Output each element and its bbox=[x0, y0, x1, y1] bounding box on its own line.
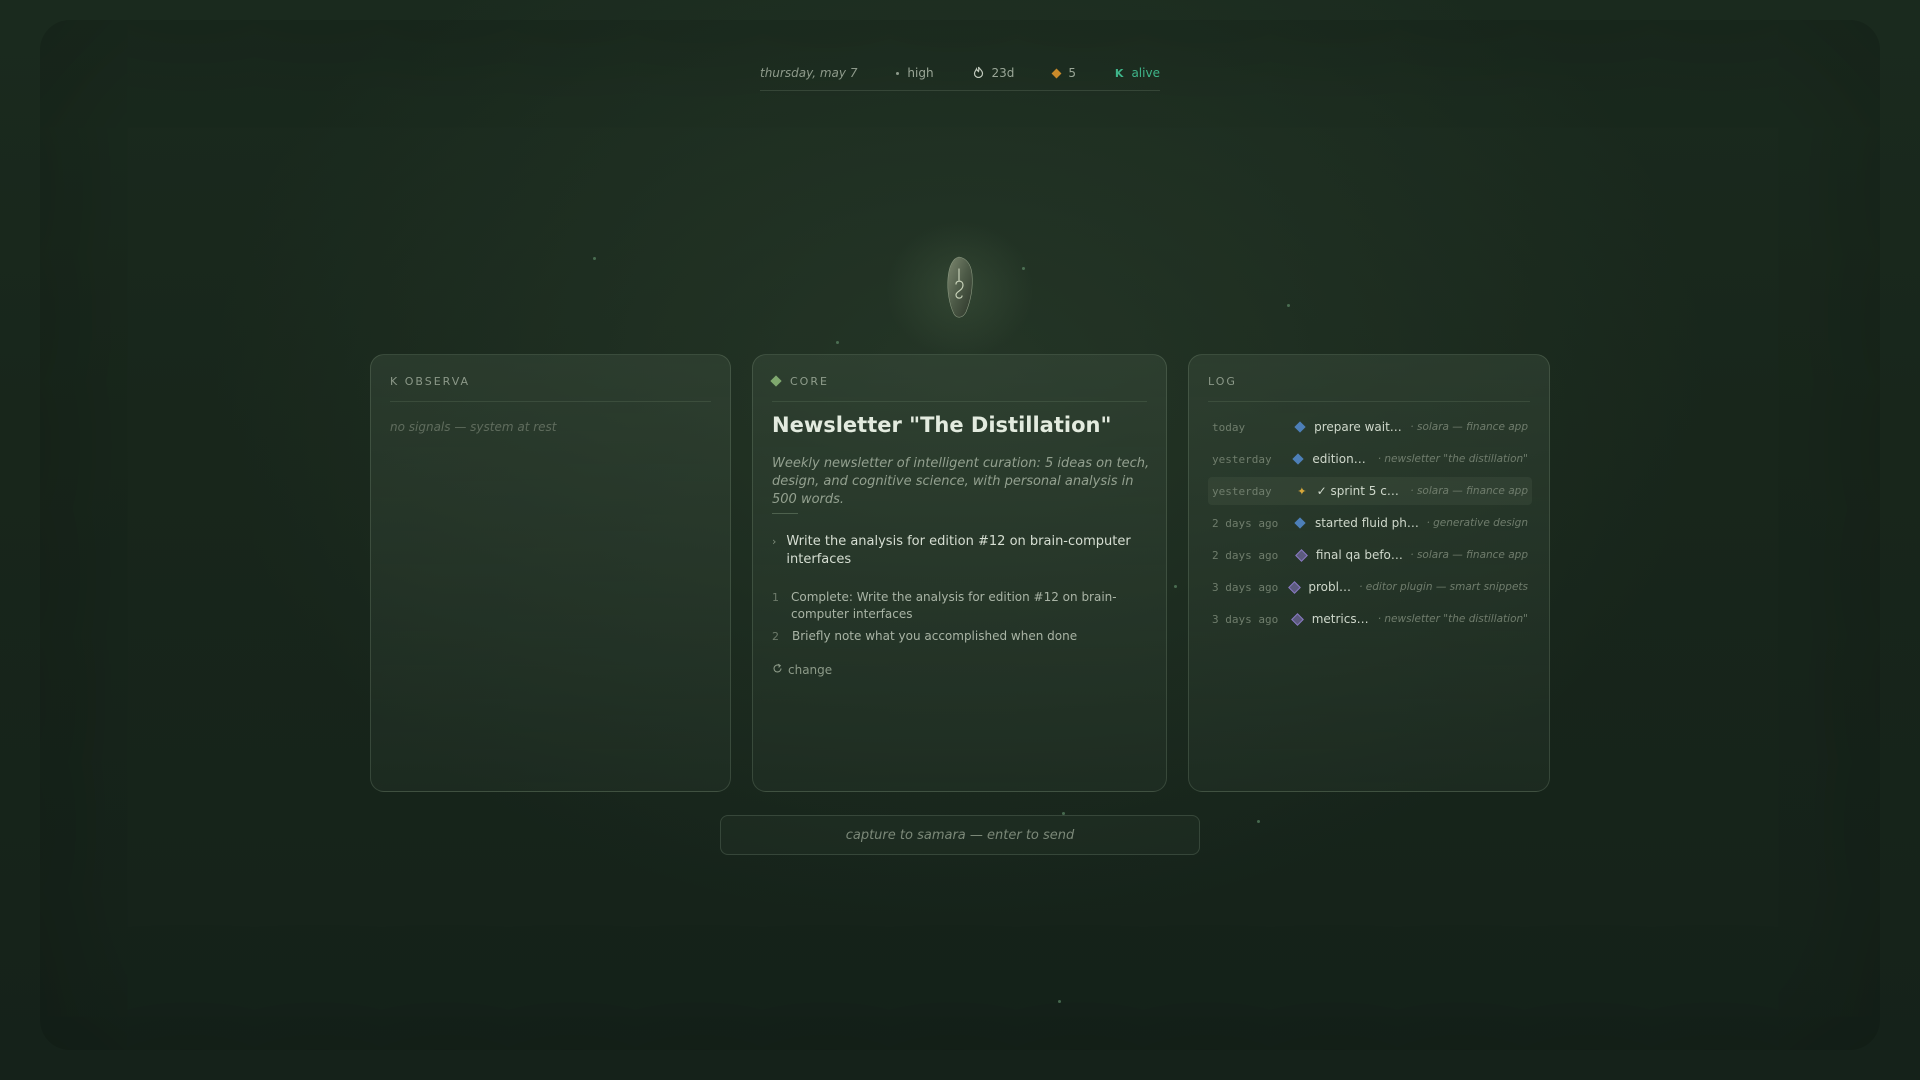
star-icon: ✦ bbox=[1297, 484, 1307, 498]
purple-diamond-icon bbox=[1290, 612, 1304, 626]
log-panel: LOG today prepare waitli... · solara — f… bbox=[1188, 354, 1550, 792]
log-project: · generative design bbox=[1426, 517, 1528, 529]
app-background: thursday, may 7 high 23d 5 K alive K OBS… bbox=[0, 0, 1920, 1080]
core-diamond-icon bbox=[770, 375, 782, 387]
log-text: editions ... bbox=[1312, 452, 1372, 466]
log-text: ✓ sprint 5 co... bbox=[1316, 484, 1405, 498]
dot-icon bbox=[896, 71, 900, 75]
sparkle bbox=[1257, 820, 1260, 823]
purple-diamond-icon bbox=[1288, 580, 1301, 594]
core-panel: CORE Newsletter "The Distillation" Weekl… bbox=[752, 354, 1167, 792]
log-row[interactable]: 2 days ago final qa befor... · solara — … bbox=[1208, 541, 1532, 569]
log-list: today prepare waitli... · solara — finan… bbox=[1208, 413, 1532, 637]
purple-diamond-icon bbox=[1294, 548, 1308, 562]
gem-icon bbox=[1051, 68, 1062, 78]
log-project: · solara — finance app bbox=[1410, 485, 1528, 497]
step-number: 2 bbox=[772, 630, 779, 643]
step-text: Complete: Write the analysis for edition… bbox=[791, 590, 1117, 621]
log-time: 2 days ago bbox=[1212, 516, 1279, 530]
stone-emblem-icon[interactable] bbox=[935, 250, 985, 330]
log-text: final qa befor... bbox=[1315, 548, 1405, 562]
log-text: metrics r... bbox=[1311, 612, 1372, 626]
step-item: 1 Complete: Write the analysis for editi… bbox=[772, 589, 1152, 623]
log-time: 2 days ago bbox=[1212, 548, 1279, 562]
log-header: LOG bbox=[1208, 375, 1530, 402]
sparkle bbox=[836, 341, 839, 344]
log-time: yesterday bbox=[1212, 484, 1272, 498]
gems-indicator[interactable]: 5 bbox=[1051, 66, 1076, 80]
sparkle bbox=[1174, 585, 1177, 588]
core-title: Newsletter "The Distillation" bbox=[772, 413, 1112, 437]
refresh-icon bbox=[772, 663, 783, 677]
sparkle bbox=[1058, 1000, 1061, 1003]
current-task[interactable]: › Write the analysis for edition #12 on … bbox=[772, 533, 1152, 569]
streak-indicator[interactable]: 23d bbox=[973, 66, 1015, 81]
energy-indicator[interactable]: high bbox=[896, 66, 934, 80]
chevron-right-icon: › bbox=[772, 535, 777, 548]
step-item: 2 Briefly note what you accomplished whe… bbox=[772, 628, 1152, 645]
log-row[interactable]: 3 days ago proble... · editor plugin — s… bbox=[1208, 573, 1532, 601]
log-text: proble... bbox=[1308, 580, 1354, 594]
log-project: · newsletter "the distillation" bbox=[1377, 453, 1528, 465]
observa-header: K OBSERVA bbox=[390, 375, 711, 402]
core-description: Weekly newsletter of intelligent curatio… bbox=[772, 456, 1150, 507]
status-mark: K bbox=[1114, 66, 1124, 80]
log-time: 3 days ago bbox=[1212, 612, 1279, 626]
current-task-text: Write the analysis for edition #12 on br… bbox=[786, 534, 1131, 567]
log-row[interactable]: 2 days ago started fluid phy... · genera… bbox=[1208, 509, 1532, 537]
system-status[interactable]: K alive bbox=[1115, 66, 1160, 80]
log-text: prepare waitli... bbox=[1314, 420, 1405, 434]
log-project: · solara — finance app bbox=[1410, 549, 1528, 561]
core-header-label: CORE bbox=[790, 375, 829, 388]
gems-count: 5 bbox=[1068, 66, 1076, 80]
log-time: yesterday bbox=[1212, 452, 1272, 466]
log-time: 3 days ago bbox=[1212, 580, 1279, 594]
blue-diamond-icon bbox=[1293, 421, 1306, 433]
observa-panel: K OBSERVA no signals — system at rest bbox=[370, 354, 731, 792]
change-label: change bbox=[788, 663, 833, 677]
blue-diamond-icon bbox=[1292, 453, 1304, 465]
sparkle bbox=[593, 257, 596, 260]
streak-label: 23d bbox=[991, 66, 1015, 80]
log-project: · editor plugin — smart snippets bbox=[1359, 581, 1528, 593]
observa-empty-state: no signals — system at rest bbox=[390, 420, 557, 434]
capture-box bbox=[720, 815, 1200, 855]
steps-list: 1 Complete: Write the analysis for editi… bbox=[772, 589, 1152, 650]
change-button[interactable]: change bbox=[772, 663, 832, 677]
status-label: alive bbox=[1131, 66, 1160, 80]
energy-label: high bbox=[907, 66, 934, 80]
log-project: · newsletter "the distillation" bbox=[1377, 613, 1528, 625]
step-text: Briefly note what you accomplished when … bbox=[792, 629, 1078, 643]
blue-diamond-icon bbox=[1294, 517, 1306, 529]
status-bar: thursday, may 7 high 23d 5 K alive bbox=[760, 56, 1160, 91]
date-label: thursday, may 7 bbox=[760, 66, 858, 80]
core-header: CORE bbox=[770, 375, 1147, 402]
log-row[interactable]: yesterday editions ... · newsletter "the… bbox=[1208, 445, 1532, 473]
log-row[interactable]: today prepare waitli... · solara — finan… bbox=[1208, 413, 1532, 441]
step-number: 1 bbox=[772, 591, 779, 604]
sparkle bbox=[1287, 304, 1290, 307]
log-project: · solara — finance app bbox=[1410, 421, 1529, 433]
log-time: today bbox=[1212, 420, 1246, 434]
log-text: started fluid phy... bbox=[1314, 516, 1421, 530]
log-row[interactable]: yesterday ✦ ✓ sprint 5 co... · solara — … bbox=[1208, 477, 1532, 505]
capture-input[interactable] bbox=[721, 815, 1199, 855]
divider bbox=[772, 513, 798, 514]
log-row[interactable]: 3 days ago metrics r... · newsletter "th… bbox=[1208, 605, 1532, 633]
flame-icon bbox=[973, 66, 984, 81]
